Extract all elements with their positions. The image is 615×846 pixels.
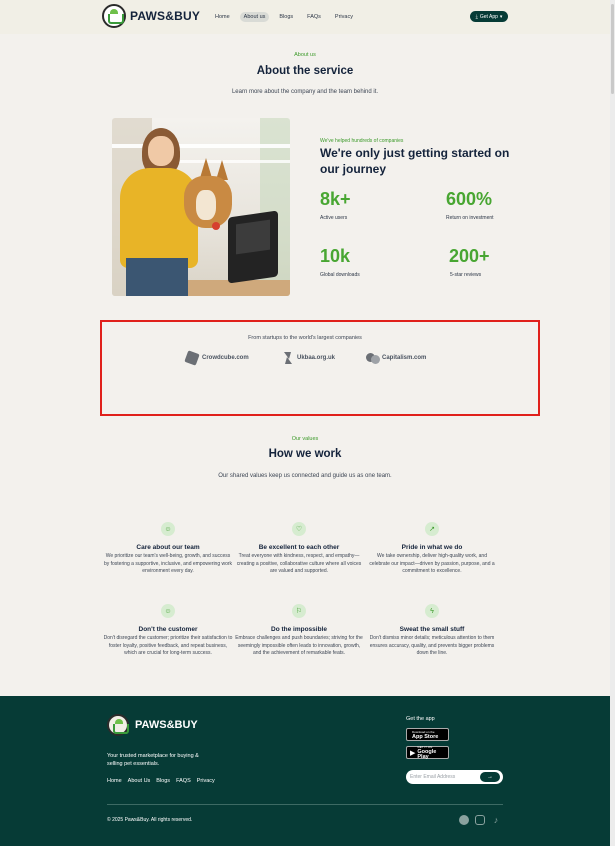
cube-icon xyxy=(184,350,200,366)
nav-faqs[interactable]: FAQs xyxy=(303,12,325,22)
stats-eyebrow: We've helped hundreds of companies xyxy=(320,138,404,144)
footer-link-privacy[interactable]: Privacy xyxy=(197,778,215,784)
get-the-app-label: Get the app xyxy=(406,716,435,722)
value-desc: Don't dismiss minor details; meticulous … xyxy=(369,635,495,656)
value-desc: Don't disregard the customer; prioritize… xyxy=(103,635,233,656)
nav-home[interactable]: Home xyxy=(211,12,234,22)
instagram-icon[interactable] xyxy=(475,815,485,825)
trend-up-icon: ↗ xyxy=(425,522,439,536)
app-store-button[interactable]: Download on the App Store xyxy=(406,728,449,741)
app-store-label: App Store xyxy=(412,733,439,740)
nav-blogs[interactable]: Blogs xyxy=(275,12,297,22)
nav-about-us[interactable]: About us xyxy=(239,12,270,22)
value-title: Pride in what we do xyxy=(401,544,463,551)
value-title: Don't the customer xyxy=(138,626,198,633)
company-logo-crowdcube: Crowdcube.com xyxy=(184,350,249,366)
values-subtitle: Our shared values keep us connected and … xyxy=(218,473,392,479)
footer-link-home[interactable]: Home xyxy=(107,778,122,784)
value-title: Be excellent to each other xyxy=(258,544,340,551)
brand-name: PAWS&BUY xyxy=(130,9,201,23)
footer-divider xyxy=(107,804,503,805)
nav-privacy[interactable]: Privacy xyxy=(331,12,357,22)
scrollbar-thumb[interactable] xyxy=(611,4,614,94)
bolt-icon: ϟ xyxy=(425,604,439,618)
company-logo-capitalism: Capitalism.com xyxy=(366,352,426,364)
stat-value-users: 8k+ xyxy=(320,189,351,209)
bolt-icon xyxy=(281,352,293,364)
value-desc: Treat everyone with kindness, respect, a… xyxy=(236,553,362,574)
page-scrollbar[interactable] xyxy=(610,0,615,846)
stats-title: We're only just getting started on our j… xyxy=(320,146,510,176)
woman-with-dog-photo xyxy=(112,118,290,296)
value-desc: Embrace challenges and push boundaries; … xyxy=(235,635,363,656)
values-title: How we work xyxy=(268,448,342,460)
stat-value-roi: 600% xyxy=(446,189,493,209)
stat-label-users: Active users xyxy=(320,215,348,221)
smile-icon: ☺ xyxy=(161,604,175,618)
footer-link-faqs[interactable]: FAQS xyxy=(176,778,191,784)
footer-links: Home About Us Blogs FAQS Privacy xyxy=(107,778,215,784)
brand-logo[interactable]: PAWS&BUY xyxy=(102,4,200,28)
flag-icon: ⚐ xyxy=(292,604,306,618)
cart-logo-icon xyxy=(107,714,129,736)
site-header: PAWS&BUY Home About us Blogs FAQs Privac… xyxy=(0,0,610,34)
main-nav: Home About us Blogs FAQs Privacy xyxy=(211,12,357,22)
chevron-down-icon: ▾ xyxy=(499,13,503,20)
about-title: About the service xyxy=(256,65,354,77)
social-links: ♪ xyxy=(459,815,501,825)
company-logo-ukbaa: Ukbaa.org.uk xyxy=(281,352,335,364)
subscribe-button[interactable]: → xyxy=(480,772,500,782)
play-icon: ▶ xyxy=(410,749,416,757)
values-eyebrow: Our values xyxy=(291,436,319,442)
value-title: Sweat the small stuff xyxy=(399,626,465,633)
value-desc: We prioritize our team's well-being, gro… xyxy=(103,553,233,574)
download-icon: ⤓ xyxy=(475,13,478,20)
get-app-label: Get App xyxy=(479,13,498,20)
page: PAWS&BUY Home About us Blogs FAQs Privac… xyxy=(0,0,610,846)
stat-value-downloads: 10k xyxy=(320,246,351,266)
value-title: Do the impossible xyxy=(271,626,327,633)
footer-brand-logo[interactable]: PAWS&BUY xyxy=(107,714,198,736)
tiktok-icon[interactable]: ♪ xyxy=(491,815,501,825)
newsletter-form: → xyxy=(406,770,503,784)
site-footer: PAWS&BUY Your trusted marketplace for bu… xyxy=(0,696,610,846)
company-name: Ukbaa.org.uk xyxy=(297,355,336,361)
footer-link-about[interactable]: About Us xyxy=(128,778,151,784)
footer-brand-name: PAWS&BUY xyxy=(135,719,198,731)
about-subtitle: Learn more about the company and the tea… xyxy=(231,89,379,95)
cart-logo-icon xyxy=(102,4,126,28)
stat-label-roi: Return on investment xyxy=(446,215,494,221)
copyright: © 2025 Paws&Buy. All rights reserved. xyxy=(107,817,193,823)
company-name: Crowdcube.com xyxy=(202,355,249,361)
footer-tagline: Your trusted marketplace for buying & se… xyxy=(107,753,199,767)
heart-icon: ♡ xyxy=(292,522,306,536)
google-play-button[interactable]: ▶ GET IT ON Google Play xyxy=(406,745,449,760)
circles-icon xyxy=(366,352,380,364)
value-desc: We take ownership, deliver high-quality … xyxy=(369,553,495,574)
footer-link-blogs[interactable]: Blogs xyxy=(156,778,170,784)
get-app-button[interactable]: ⤓ Get App ▾ xyxy=(470,11,508,22)
stat-label-reviews: 5-star reviews xyxy=(450,272,482,278)
google-play-label: Google Play xyxy=(417,749,437,760)
email-input[interactable] xyxy=(410,772,480,782)
value-title: Care about our team xyxy=(136,544,200,551)
facebook-icon[interactable] xyxy=(459,815,469,825)
logos-caption: From startups to the world's largest com… xyxy=(248,335,362,341)
stat-label-downloads: Global downloads xyxy=(320,272,360,278)
stat-value-reviews: 200+ xyxy=(449,246,490,266)
company-name: Capitalism.com xyxy=(382,355,427,361)
about-eyebrow: About us xyxy=(294,52,316,58)
users-icon: ☺ xyxy=(161,522,175,536)
